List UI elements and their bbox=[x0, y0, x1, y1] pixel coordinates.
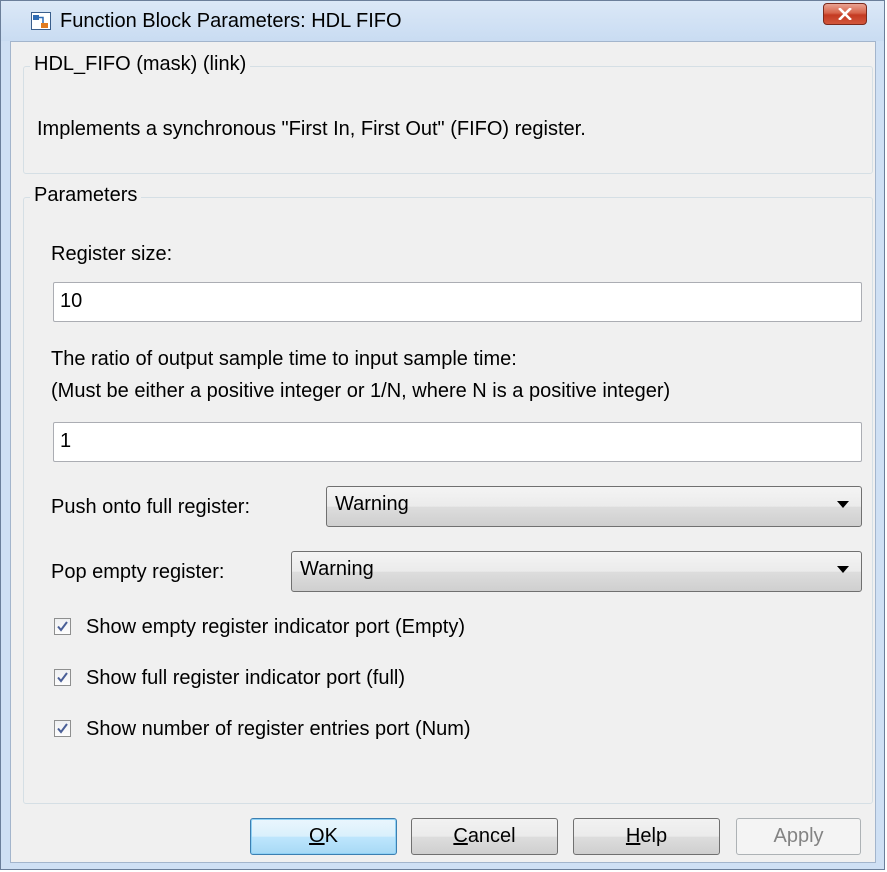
chevron-down-icon bbox=[837, 501, 849, 508]
full-port-label[interactable]: Show full register indicator port (full) bbox=[86, 667, 405, 690]
ratio-label-line2: (Must be either a positive integer or 1/… bbox=[51, 380, 671, 402]
ok-button[interactable]: OK bbox=[250, 818, 397, 855]
check-icon bbox=[57, 723, 68, 734]
ratio-label-line1: The ratio of output sample time to input… bbox=[51, 348, 517, 370]
description-group-label: HDL_FIFO (mask) (link) bbox=[30, 53, 251, 76]
help-mnemonic: H bbox=[625, 825, 641, 847]
close-button[interactable] bbox=[823, 3, 867, 25]
num-port-checkbox[interactable] bbox=[54, 720, 71, 737]
empty-port-label[interactable]: Show empty register indicator port (Empt… bbox=[86, 616, 465, 639]
empty-port-checkbox[interactable] bbox=[54, 618, 71, 635]
ok-label: K bbox=[324, 825, 338, 847]
push-full-select[interactable]: Warning bbox=[326, 486, 862, 527]
window-title: Function Block Parameters: HDL FIFO bbox=[60, 10, 402, 32]
pop-empty-value: Warning bbox=[300, 558, 374, 580]
help-button[interactable]: Help bbox=[573, 818, 720, 855]
cancel-button[interactable]: Cancel bbox=[411, 818, 558, 855]
description-group: HDL_FIFO (mask) (link) Implements a sync… bbox=[23, 53, 873, 174]
close-icon bbox=[838, 8, 852, 20]
help-label: elp bbox=[640, 825, 668, 847]
dialog-body: HDL_FIFO (mask) (link) Implements a sync… bbox=[10, 41, 876, 863]
register-size-input[interactable]: 10 bbox=[53, 282, 862, 322]
pop-empty-label: Pop empty register: bbox=[51, 561, 225, 583]
parameters-group: Parameters Register size: 10 The ratio o… bbox=[23, 184, 873, 804]
pop-empty-select[interactable]: Warning bbox=[291, 551, 862, 592]
ok-mnemonic: O bbox=[309, 825, 325, 847]
dialog-window: Function Block Parameters: HDL FIFO HDL_… bbox=[0, 0, 885, 870]
description-text: Implements a synchronous "First In, Firs… bbox=[37, 118, 586, 140]
register-size-label: Register size: bbox=[51, 243, 173, 265]
cancel-label: ancel bbox=[467, 825, 516, 847]
cancel-mnemonic: C bbox=[453, 825, 468, 847]
apply-button[interactable]: Apply bbox=[736, 818, 861, 855]
push-full-value: Warning bbox=[335, 493, 409, 515]
simulink-block-icon bbox=[31, 12, 51, 30]
parameters-group-label: Parameters bbox=[30, 184, 142, 207]
full-port-checkbox[interactable] bbox=[54, 669, 71, 686]
check-icon bbox=[57, 672, 68, 683]
title-bar[interactable]: Function Block Parameters: HDL FIFO bbox=[1, 1, 884, 41]
num-port-label[interactable]: Show number of register entries port (Nu… bbox=[86, 718, 471, 741]
push-full-label: Push onto full register: bbox=[51, 496, 250, 518]
ratio-input[interactable]: 1 bbox=[53, 422, 862, 462]
chevron-down-icon bbox=[837, 566, 849, 573]
check-icon bbox=[57, 621, 68, 632]
